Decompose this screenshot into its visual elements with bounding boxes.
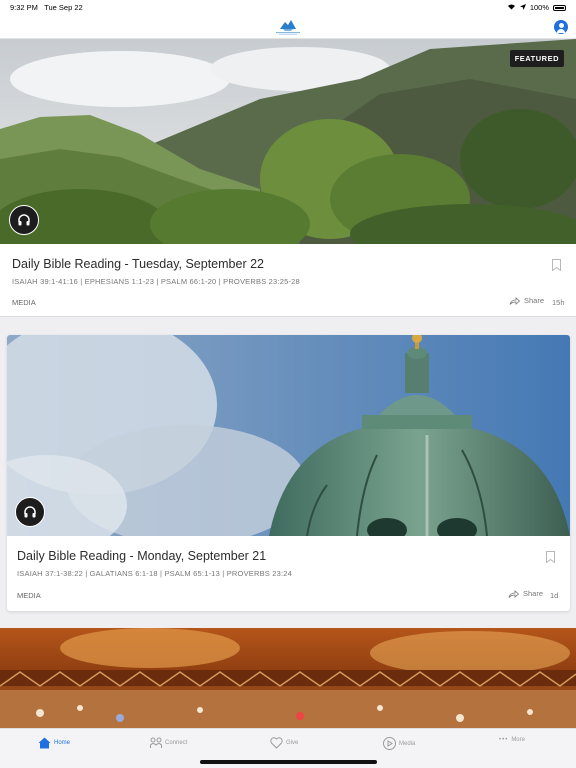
status-time: 9:32 PM Tue Sep 22 bbox=[10, 3, 83, 12]
status-bar: 9:32 PM Tue Sep 22 100% bbox=[0, 0, 576, 14]
home-indicator bbox=[200, 760, 377, 764]
tab-connect[interactable]: Connect bbox=[150, 737, 187, 749]
tab-label: Media bbox=[399, 740, 416, 747]
card-title[interactable]: Daily Bible Reading - Monday, September … bbox=[17, 549, 266, 563]
share-label: Share bbox=[524, 296, 545, 305]
share-icon bbox=[508, 589, 519, 598]
card-image-mountains bbox=[0, 39, 576, 244]
card-subtitle: ISAIAH 37:1-38:22 | GALATIANS 6:1-18 | P… bbox=[17, 569, 293, 578]
church-logo[interactable] bbox=[271, 17, 305, 37]
bookmark-icon[interactable] bbox=[552, 258, 561, 272]
top-nav-bar bbox=[0, 14, 576, 39]
status-indicators: 100% bbox=[507, 3, 566, 12]
connect-icon bbox=[150, 737, 162, 748]
more-icon: ••• bbox=[499, 737, 509, 743]
profile-icon[interactable] bbox=[554, 20, 568, 34]
share-label: Share bbox=[523, 589, 544, 598]
card-category: MEDIA bbox=[12, 298, 36, 307]
share-button[interactable]: Share bbox=[508, 589, 543, 598]
featured-badge: FEATURED bbox=[509, 50, 564, 67]
tab-label: Connect bbox=[165, 740, 188, 746]
tab-home[interactable]: Home bbox=[38, 737, 70, 749]
headphones-icon[interactable] bbox=[9, 205, 39, 235]
battery-percent: 100% bbox=[529, 3, 549, 12]
tab-more[interactable]: ••• More bbox=[499, 737, 525, 743]
feed-card[interactable]: Daily Bible Reading - Monday, September … bbox=[7, 335, 570, 611]
card-age: 15h bbox=[552, 298, 565, 307]
feed-card-partial[interactable] bbox=[0, 628, 576, 728]
battery-icon bbox=[553, 4, 566, 11]
wifi-icon bbox=[507, 3, 516, 12]
card-image-stage bbox=[0, 628, 576, 728]
location-icon bbox=[519, 3, 526, 12]
card-subtitle: ISAIAH 39:1-41:16 | EPHESIANS 1:1-23 | P… bbox=[12, 277, 300, 286]
card-image-dome bbox=[7, 335, 570, 536]
heart-icon bbox=[270, 737, 283, 749]
tab-give[interactable]: Give bbox=[270, 737, 298, 749]
card-age: 1d bbox=[550, 591, 559, 600]
feed-card-featured[interactable]: FEATURED Daily Bible Reading - Tuesday, … bbox=[0, 39, 576, 317]
card-title[interactable]: Daily Bible Reading - Tuesday, September… bbox=[12, 257, 264, 271]
share-icon bbox=[509, 296, 520, 305]
bookmark-icon[interactable] bbox=[546, 550, 555, 564]
play-icon bbox=[383, 737, 396, 750]
share-button[interactable]: Share bbox=[509, 296, 544, 305]
card-category: MEDIA bbox=[17, 591, 41, 600]
tab-media[interactable]: Media bbox=[383, 737, 415, 750]
headphones-icon[interactable] bbox=[15, 497, 45, 527]
tab-label: Give bbox=[286, 740, 299, 746]
home-icon bbox=[38, 737, 51, 749]
tab-label: More bbox=[511, 737, 525, 743]
tab-label: Home bbox=[54, 740, 71, 746]
